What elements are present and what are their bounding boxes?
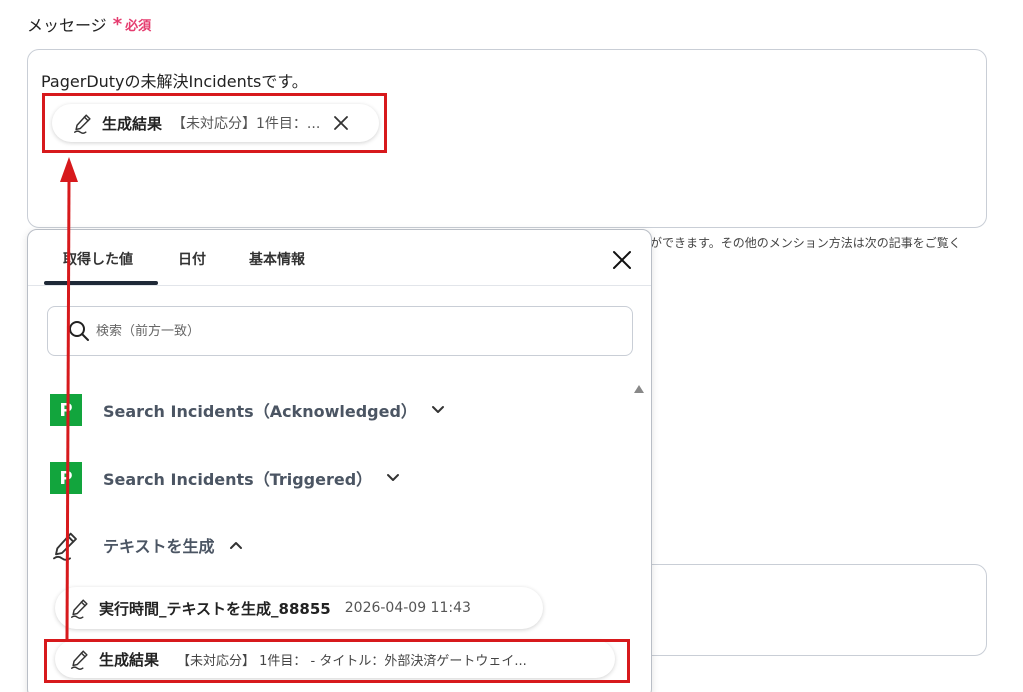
group-label: Search Incidents（Acknowledged） [103, 402, 417, 421]
required-star: * [112, 13, 123, 35]
message-field-label: メッセージ * 必須 [27, 12, 151, 36]
chip-title: 生成結果 [102, 114, 163, 133]
close-icon[interactable] [611, 249, 633, 275]
active-tab-indicator [44, 281, 158, 285]
scroll-up-arrow[interactable] [634, 378, 644, 397]
required-badge: 必須 [125, 18, 152, 34]
message-text: PagerDutyの未解決Incidentsです。 [41, 72, 308, 91]
generated-result-chip[interactable]: 生成結果 【未対応分】1件目：... [52, 104, 379, 142]
search-input[interactable] [96, 323, 576, 339]
value-item-execution-time[interactable]: 実行時間_テキストを生成_88855 2026-04-09 11:43 [55, 587, 543, 629]
tab-date[interactable]: 日付 [178, 249, 206, 269]
value-item-generated-result[interactable]: 生成結果 【未対応分】 1件目： - タイトル：外部決済ゲートウェイ... [55, 640, 615, 678]
message-textarea[interactable]: PagerDutyの未解決Incidentsです。 生成結果 【未対応分】1件目… [27, 49, 987, 228]
group-search-incidents-triggered[interactable]: P Search Incidents（Triggered） [50, 462, 400, 494]
close-icon[interactable] [332, 114, 350, 132]
pen-icon [69, 648, 91, 670]
chip-value: 【未対応分】1件目：... [172, 116, 321, 132]
tab-bar: 取得した値 日付 基本情報 [28, 230, 651, 286]
chevron-down-icon [386, 473, 400, 483]
pagerduty-logo-icon: P [50, 394, 82, 426]
search-icon [68, 320, 90, 342]
chevron-up-icon [229, 540, 243, 550]
item-title: 生成結果 [99, 650, 160, 669]
pen-icon [72, 112, 94, 134]
item-value: 2026-04-09 11:43 [344, 600, 471, 616]
background-input-box [640, 564, 987, 656]
pagerduty-logo-icon: P [50, 462, 82, 494]
group-label: Search Incidents（Triggered） [103, 470, 373, 489]
tab-acquired-values[interactable]: 取得した値 [63, 249, 133, 269]
mention-hint-text: がで​きます。その他のメンション方法は次の記事をご覧く [650, 236, 961, 250]
item-value: 【未対応分】 1件目： - タイトル：外部決済ゲートウェイ... [177, 653, 527, 669]
group-generate-text[interactable]: テキストを生成 [50, 529, 243, 561]
group-label: テキストを生成 [103, 537, 215, 556]
chevron-down-icon [431, 405, 445, 415]
search-field[interactable] [47, 306, 633, 356]
field-label-text: メッセージ [27, 16, 107, 35]
group-search-incidents-acknowledged[interactable]: P Search Incidents（Acknowledged） [50, 394, 445, 426]
item-title: 実行時間_テキストを生成_88855 [99, 599, 331, 618]
pen-icon [50, 529, 82, 561]
tab-basic-info[interactable]: 基本情報 [249, 249, 305, 269]
pen-icon [69, 597, 91, 619]
value-picker-popover: 取得した値 日付 基本情報 P Search Incidents（Acknowl… [27, 229, 652, 692]
